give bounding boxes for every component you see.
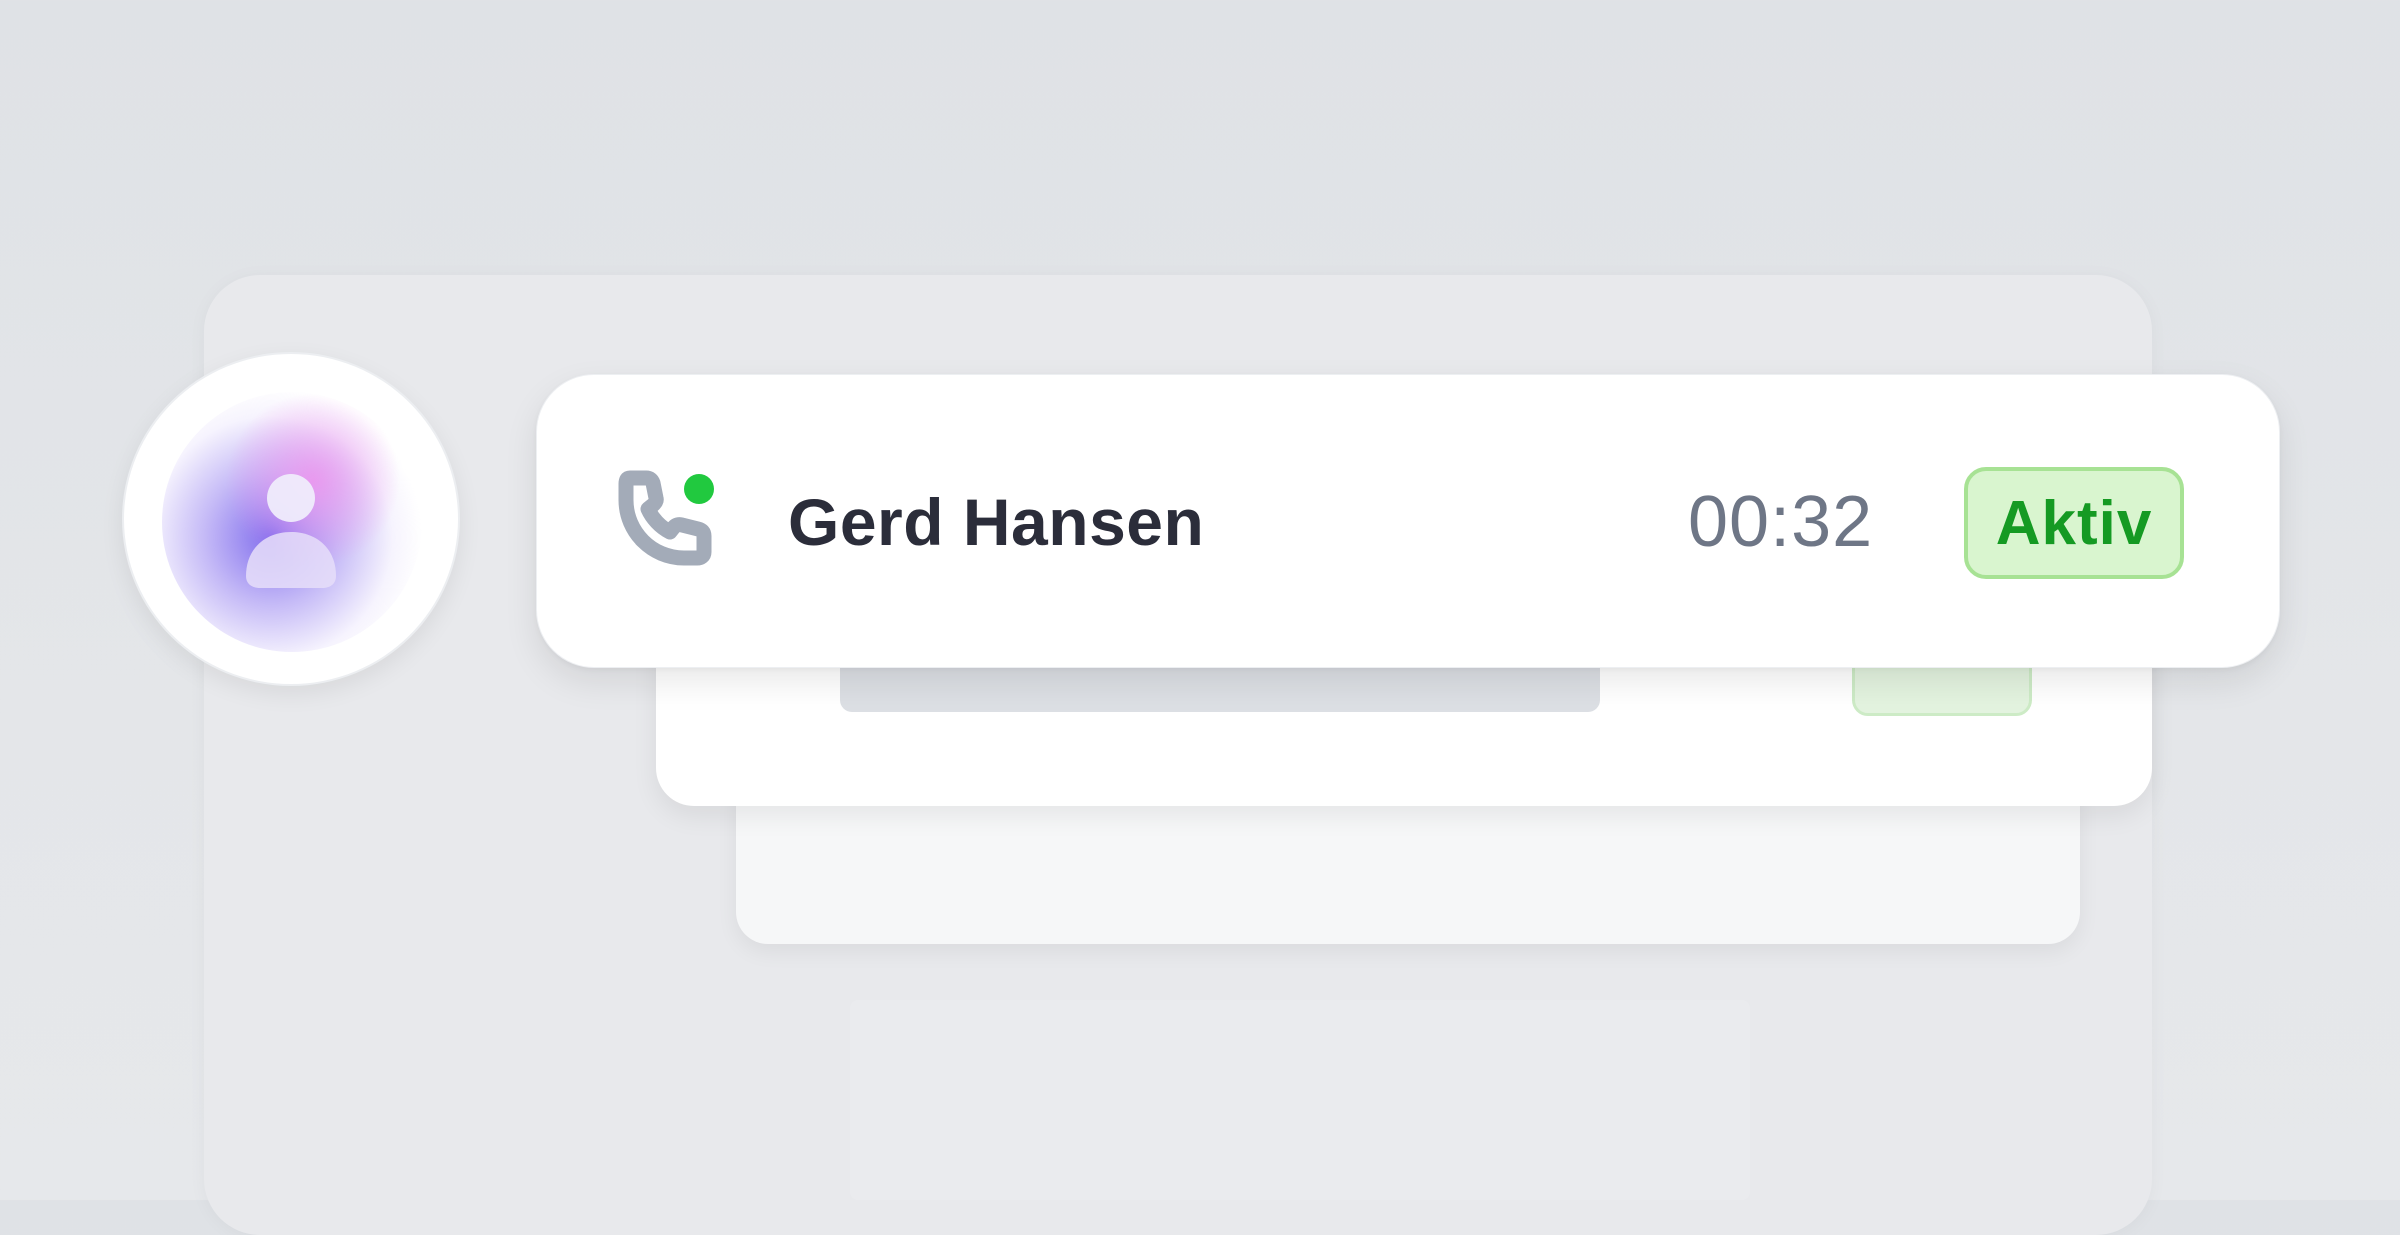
caller-avatar[interactable] [122,352,460,686]
background-strip [850,1000,1750,1200]
user-avatar-icon [246,474,336,588]
online-status-dot [684,474,714,504]
caller-name: Gerd Hansen [788,485,1205,559]
call-duration-timer: 00:32 [1688,482,1874,562]
call-status-badge: Aktiv [1964,467,2184,579]
